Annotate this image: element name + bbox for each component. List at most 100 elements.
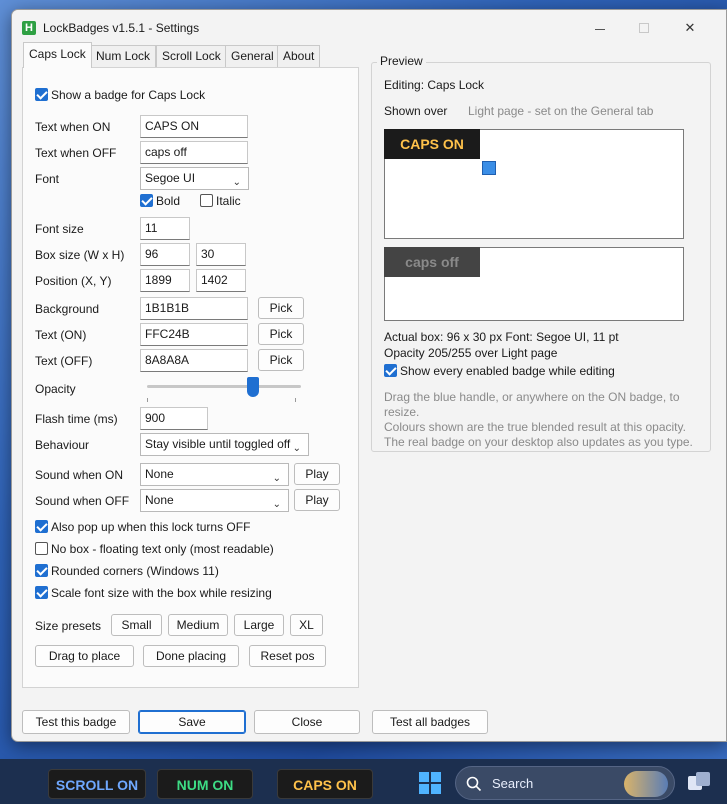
italic-checkbox[interactable] (200, 194, 213, 207)
maximize-icon[interactable] (639, 23, 649, 33)
tab-scroll-lock[interactable]: Scroll Lock (156, 45, 227, 67)
no-box-checkbox[interactable] (35, 542, 48, 555)
show-every-badge-checkbox[interactable] (384, 364, 397, 377)
taskbar-search[interactable]: Search (455, 766, 675, 800)
app-icon: H (22, 21, 36, 35)
scale-font-checkbox[interactable] (35, 586, 48, 599)
bold-checkbox[interactable] (140, 194, 153, 207)
text-on-label: Text when ON (35, 120, 111, 134)
drag-to-place-button[interactable]: Drag to place (35, 645, 134, 667)
text-off-label: Text when OFF (35, 146, 117, 160)
pos-x-input[interactable]: 1899 (140, 269, 190, 292)
preset-small-button[interactable]: Small (111, 614, 162, 636)
scroll-lock-badge: SCROLL ON (48, 769, 146, 799)
preset-xl-button[interactable]: XL (290, 614, 323, 636)
text-off-input[interactable]: caps off (140, 141, 248, 164)
text-off-color-label: Text (OFF) (35, 354, 93, 368)
slider-tick (295, 398, 296, 402)
search-placeholder: Search (492, 776, 534, 791)
chevron-down-icon: ⌄ (272, 473, 281, 484)
pick-background-button[interactable]: Pick (258, 297, 304, 319)
search-icon (466, 776, 482, 792)
font-select[interactable]: Segoe UI ⌄ (140, 167, 249, 190)
sound-on-select[interactable]: None ⌄ (140, 463, 289, 486)
slider-tick (147, 398, 148, 402)
behaviour-select-value: Stay visible until toggled off (145, 437, 291, 451)
tab-num-lock[interactable]: Num Lock (90, 45, 157, 67)
flash-time-label: Flash time (ms) (35, 412, 118, 426)
box-size-label: Box size (W x H) (35, 248, 125, 262)
no-box-label: No box - floating text only (most readab… (51, 542, 274, 556)
preview-badge-on[interactable]: CAPS ON (384, 129, 480, 159)
tab-general[interactable]: General (225, 45, 280, 67)
show-every-badge-label: Show every enabled badge while editing (400, 364, 615, 378)
behaviour-select[interactable]: Stay visible until toggled off ⌄ (140, 433, 309, 456)
window-title: LockBadges v1.5.1 - Settings (43, 21, 200, 35)
actual-box-info: Actual box: 96 x 30 px Font: Segoe UI, 1… (384, 330, 619, 344)
text-on-color-input[interactable]: FFC24B (140, 323, 248, 346)
minimize-icon[interactable] (595, 29, 605, 30)
task-view-icon[interactable] (688, 772, 710, 792)
preview-title: Preview (377, 54, 426, 68)
box-height-input[interactable]: 30 (196, 243, 246, 266)
text-off-color-input[interactable]: 8A8A8A (140, 349, 248, 372)
done-placing-button[interactable]: Done placing (143, 645, 239, 667)
pick-text-off-button[interactable]: Pick (258, 349, 304, 371)
pos-y-input[interactable]: 1402 (196, 269, 246, 292)
chevron-down-icon: ⌄ (232, 177, 241, 188)
search-highlight-icon (624, 771, 668, 797)
tab-about[interactable]: About (277, 45, 321, 67)
title-bar[interactable]: H LockBadges v1.5.1 - Settings ✕ (12, 10, 726, 44)
popup-off-checkbox[interactable] (35, 520, 48, 533)
bold-label: Bold (156, 194, 181, 208)
sound-on-label: Sound when ON (35, 468, 124, 482)
font-size-input[interactable]: 11 (140, 217, 190, 240)
opacity-slider-thumb[interactable] (246, 377, 259, 397)
preview-badge-off: caps off (384, 247, 480, 277)
opacity-label: Opacity (35, 382, 76, 396)
preset-medium-button[interactable]: Medium (168, 614, 228, 636)
hint-line: The real badge on your desktop also upda… (384, 435, 693, 449)
opacity-info: Opacity 205/255 over Light page (384, 346, 558, 360)
hint-line: Drag the blue handle, or anywhere on the… (384, 390, 680, 404)
scale-font-label: Scale font size with the box while resiz… (51, 586, 272, 600)
reset-pos-button[interactable]: Reset pos (249, 645, 326, 667)
tab-caps-lock[interactable]: Caps Lock (23, 42, 92, 68)
save-button[interactable]: Save (138, 710, 246, 734)
chevron-down-icon: ⌄ (272, 499, 281, 510)
font-size-label: Font size (35, 222, 84, 236)
hint-line: Colours shown are the true blended resul… (384, 420, 686, 434)
windows-start-icon[interactable] (419, 772, 441, 794)
text-on-color-label: Text (ON) (35, 328, 87, 342)
play-sound-on-button[interactable]: Play (294, 463, 340, 485)
pick-text-on-button[interactable]: Pick (258, 323, 304, 345)
play-sound-off-button[interactable]: Play (294, 489, 340, 511)
sound-off-label: Sound when OFF (35, 494, 130, 508)
position-label: Position (X, Y) (35, 274, 112, 288)
close-window-button[interactable]: ✕ (670, 16, 710, 40)
flash-time-input[interactable]: 900 (140, 407, 208, 430)
preset-large-button[interactable]: Large (234, 614, 284, 636)
chevron-down-icon: ⌄ (292, 443, 301, 454)
behaviour-label: Behaviour (35, 438, 90, 452)
sound-on-select-value: None (145, 467, 174, 481)
resize-handle[interactable] (482, 161, 496, 175)
test-badge-button[interactable]: Test this badge (22, 710, 130, 734)
test-all-badges-button[interactable]: Test all badges (372, 710, 488, 734)
text-on-input[interactable]: CAPS ON (140, 115, 248, 138)
rounded-corners-checkbox[interactable] (35, 564, 48, 577)
box-width-input[interactable]: 96 (140, 243, 190, 266)
show-badge-label: Show a badge for Caps Lock (51, 88, 206, 102)
rounded-corners-label: Rounded corners (Windows 11) (51, 564, 219, 578)
italic-label: Italic (216, 194, 241, 208)
size-presets-label: Size presets (35, 619, 102, 633)
background-input[interactable]: 1B1B1B (140, 297, 248, 320)
shown-over-label: Shown over (384, 104, 448, 118)
show-badge-checkbox[interactable] (35, 88, 48, 101)
caps-lock-badge: CAPS ON (277, 769, 373, 799)
close-button[interactable]: Close (254, 710, 360, 734)
sound-off-select[interactable]: None ⌄ (140, 489, 289, 512)
popup-off-label: Also pop up when this lock turns OFF (51, 520, 251, 534)
opacity-slider-track[interactable] (147, 385, 301, 388)
font-label: Font (35, 172, 60, 186)
